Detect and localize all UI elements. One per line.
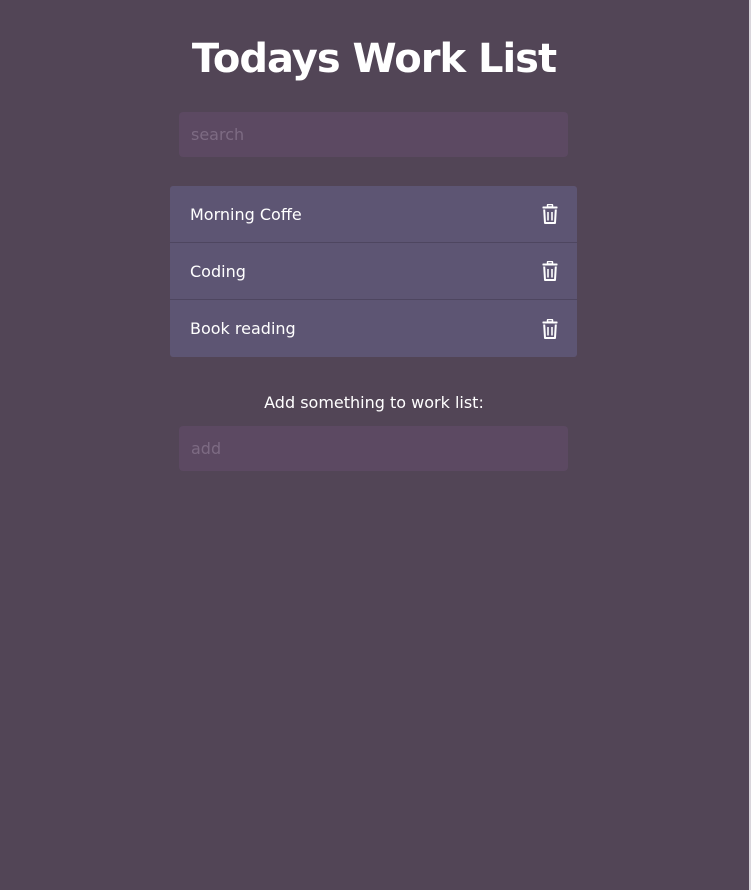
trash-icon[interactable] — [541, 318, 559, 340]
list-item: Book reading — [170, 300, 577, 357]
todo-label: Morning Coffe — [190, 204, 302, 224]
todo-app: Todays Work List Morning Coffe Coding — [0, 0, 751, 890]
page-title: Todays Work List — [191, 36, 557, 82]
todo-label: Coding — [190, 261, 246, 281]
list-item: Coding — [170, 243, 577, 300]
trash-icon[interactable] — [541, 203, 559, 225]
list-item: Morning Coffe — [170, 186, 577, 243]
add-form-label: Add something to work list: — [264, 393, 484, 412]
search-input[interactable] — [179, 112, 568, 157]
add-input[interactable] — [179, 426, 568, 471]
trash-icon[interactable] — [541, 260, 559, 282]
todo-list: Morning Coffe Coding Book reading — [170, 186, 577, 357]
todo-label: Book reading — [190, 319, 296, 338]
